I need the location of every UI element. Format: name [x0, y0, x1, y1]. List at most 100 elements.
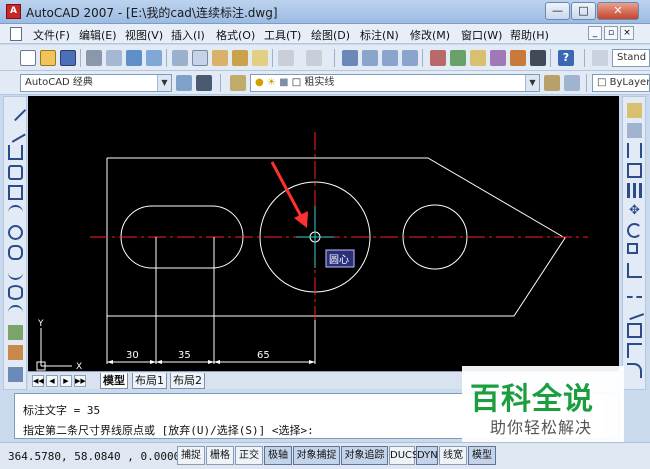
copy-object-icon[interactable]	[627, 123, 642, 138]
ortho-toggle[interactable]: 正交	[235, 446, 263, 465]
zoom-previous-icon[interactable]	[402, 50, 418, 66]
block-editor-icon[interactable]	[252, 50, 268, 66]
menu-window[interactable]: 窗口(W)	[461, 27, 502, 43]
erase-icon[interactable]	[627, 103, 642, 118]
layer-select[interactable]: ● ☀ ■ □ 粗实线 ▼	[250, 74, 540, 92]
layer-previous-icon[interactable]	[564, 75, 580, 91]
move-icon[interactable]: ✥	[627, 203, 642, 218]
calculator-icon[interactable]	[530, 50, 546, 66]
extend-icon[interactable]	[624, 300, 645, 321]
array-icon[interactable]	[627, 183, 642, 198]
osnap-toggle[interactable]: 对象捕捉	[293, 446, 340, 465]
snap-toggle[interactable]: 捕捉	[177, 446, 205, 465]
menu-edit[interactable]: 编辑(E)	[79, 27, 117, 43]
menu-modify[interactable]: 修改(M)	[410, 27, 450, 43]
text-style-select[interactable]: Stand	[612, 49, 650, 67]
menu-help[interactable]: 帮助(H)	[510, 27, 549, 43]
tool-palettes-icon[interactable]	[470, 50, 486, 66]
make-block-icon[interactable]	[8, 345, 23, 360]
join-icon[interactable]	[627, 343, 642, 358]
menu-insert[interactable]: 插入(I)	[171, 27, 205, 43]
pan-icon[interactable]	[342, 50, 358, 66]
match-properties-icon[interactable]	[232, 50, 248, 66]
copy-icon[interactable]	[192, 50, 208, 66]
workspace-settings-icon[interactable]	[176, 75, 192, 91]
ellipse-arc-icon[interactable]	[8, 305, 23, 320]
design-center-icon[interactable]	[450, 50, 466, 66]
undo-icon[interactable]	[278, 50, 294, 66]
spline-icon[interactable]	[8, 265, 23, 280]
last-tab-icon[interactable]: ▶▶	[74, 375, 86, 387]
3d-dwf-icon[interactable]	[146, 50, 162, 66]
zoom-realtime-icon[interactable]	[362, 50, 378, 66]
save-icon[interactable]	[60, 50, 76, 66]
rotate-icon[interactable]	[627, 223, 642, 238]
new-icon[interactable]	[20, 50, 36, 66]
offset-icon[interactable]	[627, 163, 642, 178]
color-select[interactable]: □ ByLayer	[592, 74, 650, 92]
print-icon[interactable]	[86, 50, 102, 66]
menu-tools[interactable]: 工具(T)	[264, 27, 301, 43]
dyn-toggle[interactable]: DYN	[416, 446, 438, 465]
publish-icon[interactable]	[126, 50, 142, 66]
redo-icon[interactable]	[306, 50, 322, 66]
tab-layout2[interactable]: 布局2	[170, 373, 205, 389]
rectangle-icon[interactable]	[8, 185, 23, 200]
ducs-toggle[interactable]: DUCS	[389, 446, 418, 465]
lineweight-toggle[interactable]: 线宽	[439, 446, 467, 465]
cut-icon[interactable]	[172, 50, 188, 66]
hatch-icon[interactable]	[8, 367, 23, 382]
layer-manager-icon[interactable]	[230, 75, 246, 91]
arc-icon[interactable]	[8, 205, 23, 220]
grid-toggle[interactable]: 栅格	[206, 446, 234, 465]
my-workspace-icon[interactable]	[196, 75, 212, 91]
first-tab-icon[interactable]: ◀◀	[32, 375, 44, 387]
revision-cloud-icon[interactable]	[8, 245, 23, 260]
ellipse-icon[interactable]	[8, 285, 23, 300]
drawing-canvas[interactable]: 30 35 65 圆心 Y X	[28, 96, 619, 371]
doc-close-button[interactable]: ×	[620, 26, 634, 40]
polygon-icon[interactable]	[8, 165, 23, 180]
text-style-icon[interactable]	[592, 50, 608, 66]
tab-model[interactable]: 模型	[100, 373, 128, 389]
doc-minimize-button[interactable]: _	[588, 26, 602, 40]
scale-icon[interactable]	[627, 243, 638, 254]
next-tab-icon[interactable]: ▶	[60, 375, 72, 387]
otrack-toggle[interactable]: 对象追踪	[341, 446, 388, 465]
markup-icon[interactable]	[510, 50, 526, 66]
break-icon[interactable]	[627, 323, 642, 338]
maximize-button[interactable]: □	[571, 2, 596, 20]
polyline-icon[interactable]	[8, 145, 23, 160]
make-layer-current-icon[interactable]	[544, 75, 560, 91]
autocad-app-icon[interactable]: A	[6, 4, 21, 19]
zoom-window-icon[interactable]	[382, 50, 398, 66]
doc-restore-button[interactable]: ▫	[604, 26, 618, 40]
prev-tab-icon[interactable]: ◀	[46, 375, 58, 387]
menu-view[interactable]: 视图(V)	[125, 27, 163, 43]
trim-icon[interactable]	[627, 283, 642, 298]
document-icon[interactable]	[10, 27, 22, 41]
menu-format[interactable]: 格式(O)	[216, 27, 255, 43]
paste-icon[interactable]	[212, 50, 228, 66]
properties-icon[interactable]	[430, 50, 446, 66]
help-icon[interactable]: ?	[558, 50, 574, 66]
tab-layout1[interactable]: 布局1	[132, 373, 167, 389]
line-icon[interactable]	[4, 99, 27, 122]
model-space-toggle[interactable]: 模型	[468, 446, 496, 465]
menu-dimension[interactable]: 标注(N)	[360, 27, 399, 43]
plot-preview-icon[interactable]	[106, 50, 122, 66]
sheet-set-icon[interactable]	[490, 50, 506, 66]
menu-file[interactable]: 文件(F)	[33, 27, 70, 43]
close-button[interactable]: ✕	[597, 2, 639, 20]
polar-toggle[interactable]: 极轴	[264, 446, 292, 465]
workspace-select[interactable]: AutoCAD 经典 ▼	[20, 74, 172, 92]
circle-icon[interactable]	[8, 225, 23, 240]
insert-block-icon[interactable]	[8, 325, 23, 340]
minimize-button[interactable]: —	[545, 2, 570, 20]
open-icon[interactable]	[40, 50, 56, 66]
menu-draw[interactable]: 绘图(D)	[311, 27, 350, 43]
mirror-icon[interactable]	[627, 143, 642, 158]
construction-line-icon[interactable]	[5, 122, 26, 143]
stretch-icon[interactable]	[627, 263, 642, 278]
fillet-icon[interactable]	[627, 363, 642, 378]
